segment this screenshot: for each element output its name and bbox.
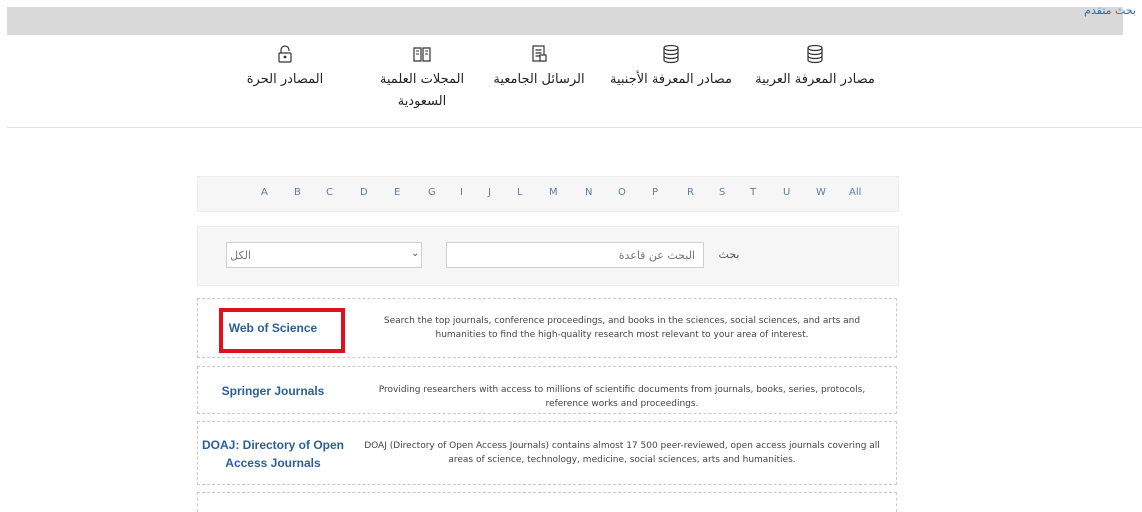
alpha-link[interactable]: U [783, 187, 790, 198]
alpha-link[interactable]: N [585, 187, 592, 198]
advanced-search-link[interactable]: بحث متقدم [1084, 4, 1136, 17]
alpha-link[interactable]: A [261, 187, 268, 198]
category-free-sources[interactable]: المصادر الحرة [230, 44, 340, 90]
database-icon [807, 44, 823, 64]
alpha-link[interactable]: D [360, 187, 368, 198]
alpha-link[interactable]: M [549, 187, 558, 198]
category-label: الرسائل الجامعية [493, 72, 585, 87]
database-description: DOAJ (Directory of Open Access Journals)… [364, 441, 880, 465]
database-link-springer-journals[interactable]: Springer Journals [198, 382, 348, 400]
category-theses[interactable]: الرسائل الجامعية [479, 44, 599, 90]
alpha-link[interactable]: P [652, 187, 658, 198]
category-label: المصادر الحرة [246, 72, 324, 87]
alpha-link[interactable]: S [719, 187, 725, 198]
database-search-panel: ⌄ الكل بحث [197, 226, 899, 286]
alpha-link[interactable]: All [849, 187, 861, 198]
alpha-link[interactable]: R [687, 187, 694, 198]
category-nav: مصادر المعرفة العربية مصادر المعرفة الأج… [0, 44, 1142, 124]
alpha-link[interactable]: G [428, 187, 436, 198]
database-row: DOAJ: Directory of Open Access Journals … [197, 421, 897, 485]
chevron-down-icon: ⌄ [411, 248, 420, 259]
alpha-link[interactable]: L [517, 187, 523, 198]
category-saudi-journals[interactable]: المجلات العلمية السعودية [362, 44, 482, 112]
category-foreign-sources[interactable]: مصادر المعرفة الأجنبية [596, 44, 746, 90]
category-select[interactable]: ⌄ الكل [226, 242, 422, 268]
database-row: Web of Science Search the top journals, … [197, 298, 897, 358]
database-description: Providing researchers with access to mil… [378, 385, 866, 409]
book-icon [413, 47, 431, 62]
category-label: مصادر المعرفة العربية [755, 72, 875, 87]
alpha-link[interactable]: W [816, 187, 826, 198]
database-icon [663, 44, 679, 64]
document-icon [532, 45, 547, 62]
alpha-link[interactable]: E [394, 187, 400, 198]
category-label: مصادر المعرفة الأجنبية [609, 72, 733, 87]
section-divider [7, 127, 1142, 128]
database-row: Springer Journals Providing researchers … [197, 366, 897, 414]
alpha-link[interactable]: O [618, 187, 626, 198]
select-value: الكل [230, 249, 251, 262]
open-lock-icon [278, 45, 292, 63]
database-description: Search the top journals, conference proc… [383, 316, 861, 340]
alpha-link[interactable]: C [326, 187, 333, 198]
database-link-doaj[interactable]: DOAJ: Directory of Open Access Journals [198, 436, 348, 472]
search-input[interactable] [446, 242, 704, 268]
category-arabic-sources[interactable]: مصادر المعرفة العربية [740, 44, 890, 90]
alpha-link[interactable]: T [750, 187, 756, 198]
category-label: المجلات العلمية السعودية [379, 72, 465, 109]
database-row [197, 492, 897, 512]
alphabet-filter: A B C D E G I J L M N O P R S T U W All [197, 176, 899, 212]
alpha-link[interactable]: I [460, 187, 463, 198]
alpha-link[interactable]: J [488, 187, 491, 198]
database-link-web-of-science[interactable]: Web of Science [198, 319, 348, 337]
search-button[interactable]: بحث [712, 242, 746, 268]
top-bar [7, 7, 1123, 35]
alpha-link[interactable]: B [294, 187, 301, 198]
